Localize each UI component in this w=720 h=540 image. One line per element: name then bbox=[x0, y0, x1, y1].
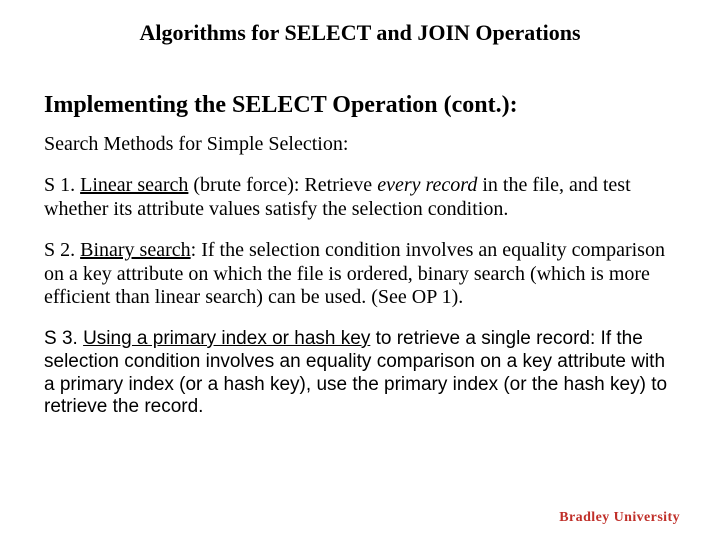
s1-prefix: S 1. bbox=[44, 174, 80, 196]
page-title: Algorithms for SELECT and JOIN Operation… bbox=[44, 20, 676, 46]
method-s1: S 1. Linear search (brute force): Retrie… bbox=[44, 174, 676, 221]
s1-method: Linear search bbox=[80, 174, 188, 196]
s3-prefix: S 3. bbox=[44, 328, 83, 349]
s1-italic: every record bbox=[377, 174, 477, 196]
subtitle: Implementing the SELECT Operation (cont.… bbox=[44, 92, 676, 119]
s2-prefix: S 2. bbox=[44, 239, 80, 261]
method-s3: S 3. Using a primary index or hash key t… bbox=[44, 328, 676, 419]
s3-method: Using a primary index or hash key bbox=[83, 328, 370, 349]
section-label: Search Methods for Simple Selection: bbox=[44, 133, 676, 156]
s2-method: Binary search bbox=[80, 239, 191, 261]
s1-after-method: (brute force): Retrieve bbox=[188, 174, 377, 196]
university-logo: Bradley University bbox=[559, 510, 680, 526]
method-s2: S 2. Binary search: If the selection con… bbox=[44, 239, 676, 310]
slide: Algorithms for SELECT and JOIN Operation… bbox=[0, 0, 720, 540]
